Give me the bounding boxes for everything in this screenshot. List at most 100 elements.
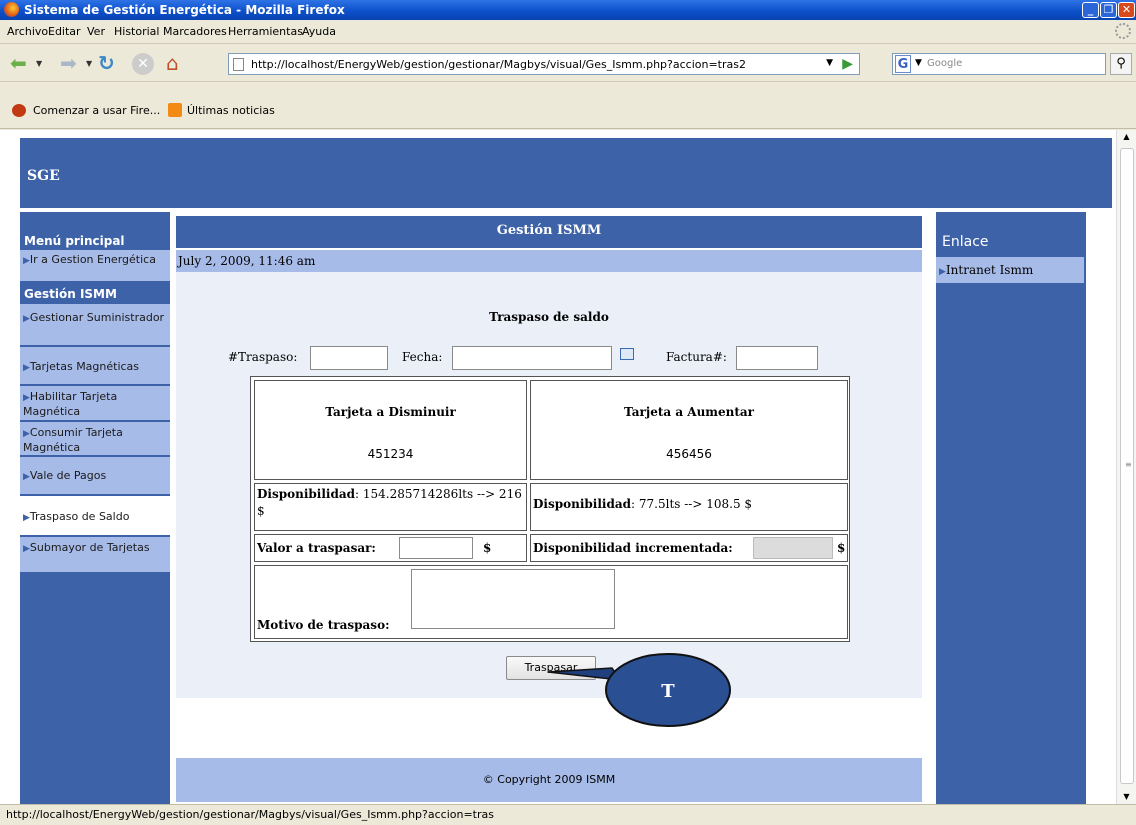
valor-input[interactable] bbox=[399, 537, 473, 559]
scroll-up-arrow-icon[interactable]: ▲ bbox=[1117, 130, 1136, 144]
menu-marcadores[interactable]: Marcadores bbox=[163, 25, 227, 38]
traspasar-button[interactable]: Traspasar bbox=[506, 656, 596, 680]
intranet-link[interactable]: ▶Intranet Ismm bbox=[936, 257, 1084, 283]
factura-label: Factura#: bbox=[666, 350, 727, 364]
rss-feed-icon bbox=[168, 103, 182, 117]
section-heading: Gestión ISMM bbox=[24, 287, 117, 301]
back-arrow-icon[interactable]: ⬅ bbox=[10, 51, 27, 75]
disp-inc-currency: $ bbox=[837, 541, 846, 555]
forward-history-dropdown-icon[interactable]: ▼ bbox=[86, 59, 92, 68]
google-engine-icon[interactable]: G bbox=[895, 55, 911, 73]
main-menu-heading: Menú principal bbox=[24, 234, 125, 248]
disp-to-label: Disponibilidad bbox=[533, 497, 632, 511]
menu-archivo[interactable]: Archivo bbox=[7, 25, 48, 38]
engine-dropdown-icon[interactable]: ▼ bbox=[915, 58, 922, 68]
stop-icon[interactable]: ✕ bbox=[132, 53, 154, 75]
form-panel: Traspaso de saldo #Traspaso: Fecha: Fact… bbox=[176, 272, 922, 698]
fecha-label: Fecha: bbox=[402, 350, 443, 364]
page-title: Gestión ISMM bbox=[176, 216, 922, 248]
menu-historial[interactable]: Historial bbox=[114, 25, 159, 38]
page-footer: © Copyright 2009 ISMM bbox=[176, 758, 922, 802]
site-brand: SGE bbox=[27, 168, 60, 184]
menu-ayuda[interactable]: Ayuda bbox=[302, 25, 336, 38]
page-icon bbox=[233, 58, 244, 71]
search-box[interactable]: G ▼ Google bbox=[892, 53, 1106, 75]
go-icon[interactable]: ▶ bbox=[842, 56, 853, 72]
disp-inc-input bbox=[753, 537, 833, 559]
disp-from-label: Disponibilidad bbox=[257, 487, 356, 501]
throbber-icon bbox=[1115, 23, 1131, 39]
form-title: Traspaso de saldo bbox=[489, 310, 609, 324]
url-dropdown-icon[interactable]: ▼ bbox=[826, 58, 833, 68]
valor-currency: $ bbox=[483, 541, 492, 555]
bookmark-latest-news[interactable]: Últimas noticias bbox=[187, 104, 275, 117]
reload-icon[interactable]: ↻ bbox=[98, 51, 115, 75]
triangle-bullet-icon: ▶ bbox=[23, 472, 30, 482]
menu-editar[interactable]: Editar bbox=[48, 25, 81, 38]
disp-to-value: : 77.5lts --> 108.5 $ bbox=[631, 497, 753, 511]
sidebar-item-vale-de-pagos[interactable]: ▶Vale de Pagos bbox=[20, 457, 170, 495]
motivo-label: Motivo de traspaso: bbox=[257, 618, 390, 632]
triangle-bullet-icon: ▶ bbox=[23, 544, 30, 554]
card-to-cell: Tarjeta a Aumentar 456456 bbox=[530, 380, 848, 480]
calendar-icon[interactable] bbox=[620, 348, 634, 360]
window-titlebar: Sistema de Gestión Energética - Mozilla … bbox=[0, 0, 1136, 20]
triangle-bullet-icon: ▶ bbox=[23, 314, 30, 324]
transfer-table: Tarjeta a Disminuir 451234 Tarjeta a Aum… bbox=[250, 376, 850, 642]
date-bar: July 2, 2009, 11:46 am bbox=[176, 250, 922, 272]
sidebar-item-tarjetas-magneticas[interactable]: ▶Tarjetas Magnéticas bbox=[20, 347, 170, 385]
disp-inc-cell: Disponibilidad incrementada: $ bbox=[530, 534, 848, 562]
triangle-bullet-icon: ▶ bbox=[23, 363, 30, 373]
left-sidebar: Menú principal ▶Ir a Gestion Energética … bbox=[20, 212, 170, 804]
vertical-scrollbar[interactable]: ▲ ≡ ▼ bbox=[1116, 130, 1136, 804]
card-from-value: 451234 bbox=[367, 447, 414, 461]
sidebar-item-habilitar-tarjeta[interactable]: ▶Habilitar Tarjeta Magnética bbox=[20, 386, 170, 421]
back-history-dropdown-icon[interactable]: ▼ bbox=[36, 59, 42, 68]
sidebar-item-gestionar-suministrador[interactable]: ▶Gestionar Suministrador bbox=[20, 304, 170, 346]
triangle-bullet-icon: ▶ bbox=[23, 256, 30, 266]
bookmark-getting-started[interactable]: Comenzar a usar Fire... bbox=[33, 104, 160, 117]
sidebar-item-ir-gestion[interactable]: ▶Ir a Gestion Energética bbox=[20, 250, 170, 282]
menu-herramientas[interactable]: Herramientas bbox=[228, 25, 303, 38]
factura-input[interactable] bbox=[736, 346, 818, 370]
triangle-bullet-icon: ▶ bbox=[23, 393, 30, 403]
motivo-textarea[interactable] bbox=[411, 569, 615, 629]
sidebar-item-consumir-tarjeta[interactable]: ▶Consumir Tarjeta Magnética bbox=[20, 422, 170, 456]
window-title: Sistema de Gestión Energética - Mozilla … bbox=[24, 3, 345, 17]
scroll-down-arrow-icon[interactable]: ▼ bbox=[1117, 790, 1136, 804]
search-placeholder: Google bbox=[927, 58, 963, 69]
sidebar-item-submayor[interactable]: ▶Submayor de Tarjetas bbox=[20, 537, 170, 573]
page-content: SGE Menú principal ▶Ir a Gestion Energét… bbox=[0, 130, 1116, 804]
fecha-input[interactable] bbox=[452, 346, 612, 370]
forward-arrow-icon[interactable]: ➡ bbox=[60, 51, 77, 75]
sidebar-item-traspaso-de-saldo[interactable]: ▶Traspaso de Saldo bbox=[20, 496, 170, 536]
minimize-button[interactable]: _ bbox=[1082, 2, 1099, 18]
navigation-toolbar: ⬅ ▼ ➡ ▼ ↻ ✕ ⌂ http://localhost/EnergyWeb… bbox=[0, 45, 1136, 82]
triangle-bullet-icon: ▶ bbox=[23, 513, 30, 523]
triangle-bullet-icon: ▶ bbox=[939, 267, 946, 277]
menu-bar: Archivo Editar Ver Historial Marcadores … bbox=[0, 20, 1136, 44]
card-to-value: 456456 bbox=[666, 447, 712, 461]
status-bar: http://localhost/EnergyWeb/gestion/gesti… bbox=[0, 804, 1136, 825]
firefox-logo-icon bbox=[4, 2, 19, 17]
valor-cell: Valor a traspasar: $ bbox=[254, 534, 527, 562]
menu-ver[interactable]: Ver bbox=[87, 25, 105, 38]
triangle-bullet-icon: ▶ bbox=[23, 429, 30, 439]
disp-to-cell: Disponibilidad: 77.5lts --> 108.5 $ bbox=[530, 483, 848, 531]
url-bar[interactable]: http://localhost/EnergyWeb/gestion/gesti… bbox=[228, 53, 860, 75]
home-icon[interactable]: ⌂ bbox=[166, 51, 179, 75]
traspaso-number-label: #Traspaso: bbox=[228, 350, 298, 364]
card-to-label: Tarjeta a Aumentar bbox=[623, 405, 755, 419]
right-sidebar: Enlace ▶Intranet Ismm bbox=[936, 212, 1086, 804]
maximize-button[interactable]: ❐ bbox=[1100, 2, 1117, 18]
firefox-bookmark-icon bbox=[12, 104, 26, 117]
search-icon[interactable]: ⚲ bbox=[1110, 53, 1132, 75]
close-button[interactable]: ✕ bbox=[1118, 2, 1135, 18]
disp-from-cell: Disponibilidad: 154.285714286lts --> 216… bbox=[254, 483, 527, 531]
links-heading: Enlace bbox=[942, 234, 989, 250]
traspaso-number-input[interactable] bbox=[310, 346, 388, 370]
bookmarks-toolbar: Comenzar a usar Fire... Últimas noticias bbox=[0, 83, 1136, 129]
scroll-grip-icon: ≡ bbox=[1125, 460, 1132, 469]
card-from-label: Tarjeta a Disminuir bbox=[325, 405, 456, 419]
site-header: SGE bbox=[20, 138, 1112, 208]
